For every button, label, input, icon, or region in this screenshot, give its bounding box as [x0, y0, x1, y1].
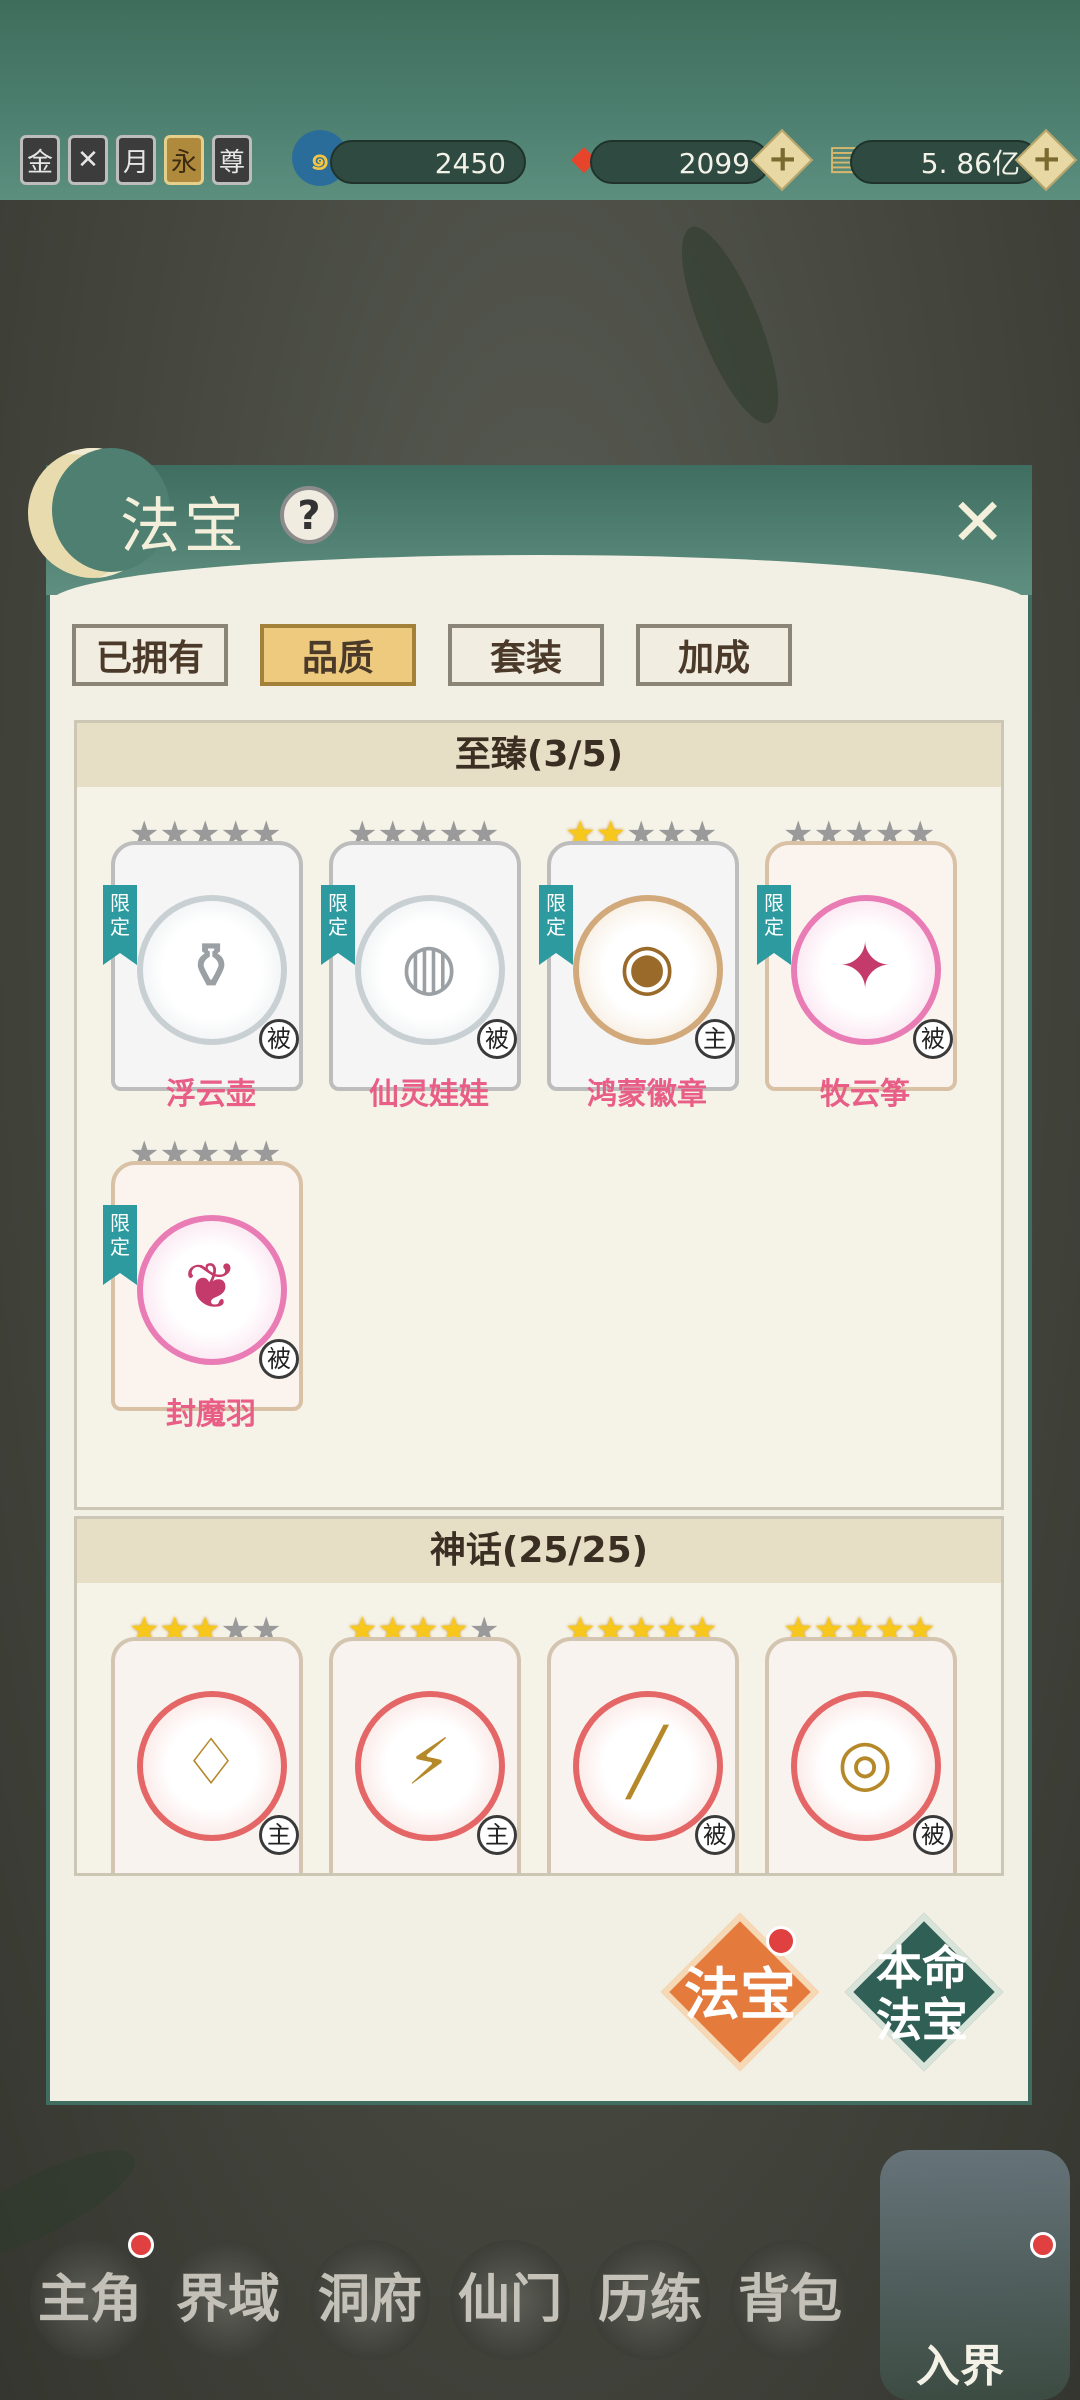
card-frame: ✦ 限定被牧云筝 [757, 841, 957, 1112]
item-art-icon: ♢ [182, 1726, 240, 1800]
fabao-card[interactable]: ★★★★★♢主光阴瓶 [111, 1611, 307, 1873]
item-name: 赎命钱 [769, 1865, 961, 1873]
fabao-button-label: 法宝 [684, 1962, 796, 2028]
notification-dot [766, 1926, 796, 1956]
crystal-counter: 2099 [590, 140, 770, 184]
limited-tag: 限定 [103, 1205, 137, 1285]
card-frame: ⚡主道清刻 [329, 1637, 521, 1873]
item-name: 道清刻 [333, 1865, 525, 1873]
item-art-icon: ◉ [619, 930, 675, 1004]
leaf-decoration [658, 217, 802, 433]
title-badge[interactable]: 永 [164, 135, 204, 185]
card-frame: ❦ 限定被封魔羽 [103, 1161, 303, 1432]
plus-icon: + [767, 138, 798, 180]
plus-icon: + [1031, 138, 1062, 180]
item-name: 天木针 [551, 1865, 743, 1873]
section-title: 至臻(3/5) [77, 723, 1001, 787]
benming-fabao-label: 本命 法宝 [876, 1941, 968, 2047]
card-frame: ◉ 限定主鸿蒙徽章 [539, 841, 739, 1112]
nav-2[interactable]: 洞府 [310, 2240, 430, 2360]
type-badge: 被 [913, 1815, 953, 1855]
section-shenhua: 神话(25/25) ★★★★★♢主光阴瓶★★★★★⚡主道清刻★★★★★╱被天木针… [74, 1516, 1004, 1876]
panel-title: 法宝 [120, 492, 248, 562]
type-badge: 被 [259, 1019, 299, 1059]
type-badge: 被 [695, 1815, 735, 1855]
tab-3[interactable]: 加成 [636, 624, 792, 686]
title-badges: 金 ✕ 月永尊 [20, 135, 252, 185]
limited-tag: 限定 [321, 885, 355, 965]
limited-tag: 限定 [103, 885, 137, 965]
close-button[interactable]: ✕ [950, 490, 1005, 556]
title-badge[interactable]: 月 [116, 135, 156, 185]
type-badge: 被 [477, 1019, 517, 1059]
nav-3[interactable]: 仙门 [450, 2240, 570, 2360]
fabao-card[interactable]: ★ ★ ★ ★ ★ ✦ 限定被牧云筝 [757, 815, 961, 1112]
type-badge: 被 [259, 1339, 299, 1379]
section-title: 神话(25/25) [77, 1519, 1001, 1583]
fabao-card[interactable]: ★ ★ ★ ★ ★ ◍ 限定被仙灵娃娃 [321, 815, 525, 1112]
card-frame: ◎被赎命钱 [765, 1637, 957, 1873]
spirit-counter: 2450 [330, 140, 526, 184]
title-badge[interactable]: ✕ [68, 135, 108, 185]
fabao-card[interactable]: ★★★★★╱被天木针 [547, 1611, 743, 1873]
item-art-icon: ◍ [401, 930, 457, 1004]
nav-0[interactable]: 主角 [30, 2240, 150, 2360]
type-badge: 主 [477, 1815, 517, 1855]
card-frame: ╱被天木针 [547, 1637, 739, 1873]
type-badge: 主 [259, 1815, 299, 1855]
item-name: 鸿蒙徽章 [587, 1077, 707, 1112]
card-frame: ⚱ 限定被浮云壶 [103, 841, 303, 1112]
item-name: 封魔羽 [166, 1397, 256, 1432]
fabao-card[interactable]: ★ ★ ★ ★ ★ ◉ 限定主鸿蒙徽章 [539, 815, 743, 1112]
fabao-card[interactable]: ★ ★ ★ ★ ★ ⚱ 限定被浮云壶 [103, 815, 307, 1112]
fabao-card[interactable]: ★★★★★⚡主道清刻 [329, 1611, 525, 1873]
item-name: 浮云壶 [166, 1077, 256, 1112]
notification-dot [1030, 2232, 1056, 2258]
notification-dot [128, 2232, 154, 2258]
item-art-icon: ◎ [837, 1726, 893, 1800]
item-name: 仙灵娃娃 [369, 1077, 489, 1112]
nav-1[interactable]: 界域 [168, 2240, 288, 2360]
type-badge: 被 [913, 1019, 953, 1059]
nav-5[interactable]: 背包 [730, 2240, 850, 2360]
item-name: 光阴瓶 [115, 1865, 307, 1873]
tab-0[interactable]: 已拥有 [72, 624, 228, 686]
limited-tag: 限定 [757, 885, 791, 965]
realm-label: 入界 [916, 2341, 1004, 2392]
fabao-card[interactable]: ★★★★★◎被赎命钱 [765, 1611, 961, 1873]
fabao-card[interactable]: ★ ★ ★ ★ ★ ❦ 限定被封魔羽 [103, 1135, 307, 1432]
item-art-icon: ✦ [838, 930, 892, 1004]
item-art-icon: ⚱ [184, 930, 238, 1004]
help-button[interactable]: ? [280, 486, 338, 544]
card-frame: ♢主光阴瓶 [111, 1637, 303, 1873]
item-art-icon: ╱ [627, 1726, 667, 1800]
tab-2[interactable]: 套装 [448, 624, 604, 686]
card-frame: ◍ 限定被仙灵娃娃 [321, 841, 521, 1112]
title-badge[interactable]: 尊 [212, 135, 252, 185]
item-art-icon: ❦ [184, 1250, 238, 1324]
title-badge[interactable]: 金 [20, 135, 60, 185]
item-name: 牧云筝 [820, 1077, 910, 1112]
gold-counter: 5. 86亿 [850, 140, 1040, 184]
type-badge: 主 [695, 1019, 735, 1059]
filter-tabs: 已拥有 品质 套装 加成 [72, 624, 792, 686]
nav-4[interactable]: 历练 [590, 2240, 710, 2360]
item-art-icon: ⚡ [406, 1726, 452, 1800]
limited-tag: 限定 [539, 885, 573, 965]
section-zhizhen: 至臻(3/5) ★ ★ ★ ★ ★ ⚱ 限定被浮云壶 ★ ★ ★ ★ ★ ◍ 限定被仙灵娃娃 ★ ★ ★ ★ ★ ◉ 限… [74, 720, 1004, 1510]
tab-1[interactable]: 品质 [260, 624, 416, 686]
